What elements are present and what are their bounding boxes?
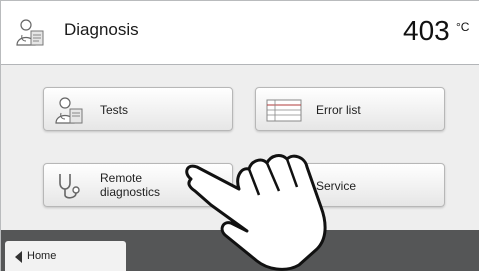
- tests-button[interactable]: Tests: [43, 87, 233, 131]
- remote-diagnostics-label-line2: diagnostics: [100, 185, 161, 199]
- screen: Diagnosis 403 °C Tests Error list Remote…: [0, 0, 479, 271]
- page-title: Diagnosis: [64, 20, 139, 39]
- doctor-icon: [16, 19, 44, 46]
- main-panel: Tests Error list Remote diagnostics Serv…: [1, 65, 479, 230]
- error-list-label: Error list: [316, 103, 361, 117]
- table-list-icon: [266, 99, 302, 122]
- error-list-button[interactable]: Error list: [255, 87, 445, 131]
- remote-diagnostics-button[interactable]: Remote diagnostics: [43, 163, 233, 207]
- header-bar: Diagnosis 403 °C: [1, 1, 479, 65]
- tests-label: Tests: [100, 103, 129, 117]
- service-button[interactable]: Service: [255, 163, 445, 207]
- doctor-icon: [55, 97, 83, 124]
- home-button[interactable]: Home: [5, 241, 126, 271]
- stethoscope-icon: [59, 174, 80, 199]
- home-label: Home: [27, 250, 57, 262]
- temperature-readout: 403: [403, 15, 450, 46]
- temperature-unit: °C: [456, 20, 470, 34]
- arrow-left-icon: [15, 251, 22, 263]
- service-label: Service: [316, 179, 357, 193]
- footer-bar: Home: [1, 230, 479, 271]
- service-technician-icon: [268, 174, 295, 200]
- remote-diagnostics-label-line1: Remote: [100, 171, 143, 185]
